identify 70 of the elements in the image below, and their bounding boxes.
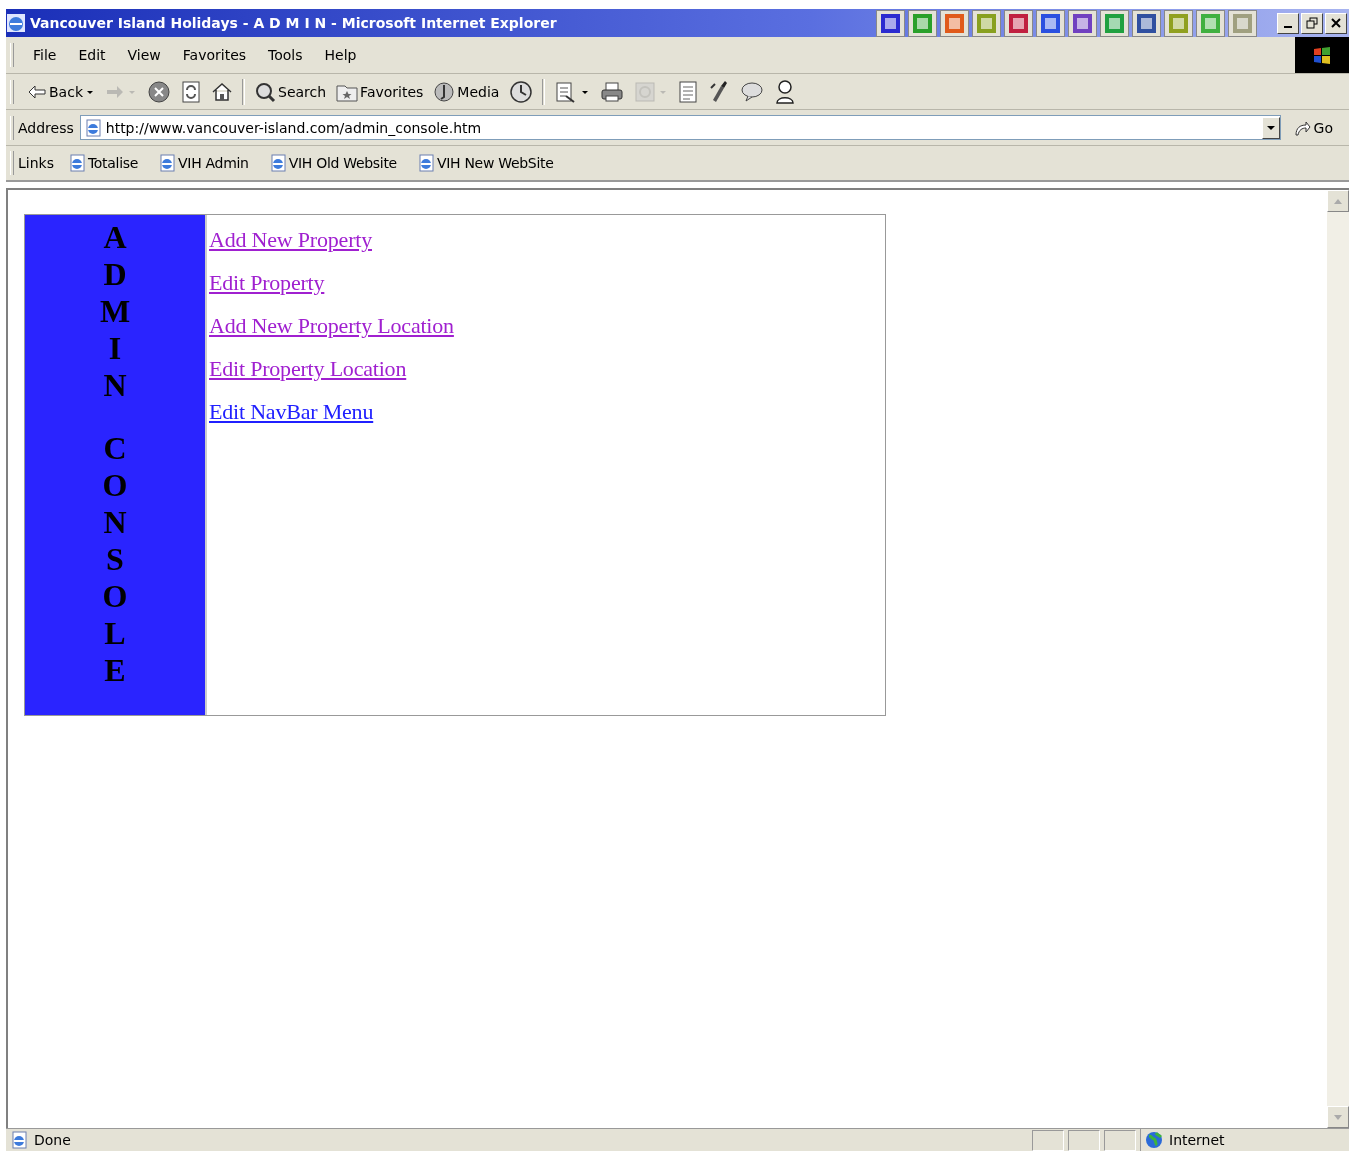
stop-icon: [147, 79, 171, 104]
scrollbar-track[interactable]: [1327, 190, 1349, 1128]
app-icon[interactable]: [1036, 9, 1065, 37]
printer-icon: [600, 80, 625, 103]
address-input[interactable]: http://www.vancouver-island.com/admin_console.htm: [105, 119, 1258, 136]
toolbar-button[interactable]: Back: [22, 81, 100, 102]
app-icon[interactable]: [876, 9, 905, 37]
app-icon[interactable]: [1004, 9, 1033, 37]
page-icon: [268, 154, 287, 172]
admin-link[interactable]: Edit NavBar Menu: [209, 399, 374, 425]
close-icon: [1331, 18, 1341, 28]
menu-item[interactable]: Edit: [67, 43, 117, 67]
menu-item[interactable]: Favorites: [171, 43, 258, 67]
refresh-icon: [181, 79, 201, 104]
favorite-link[interactable]: VIH Admin: [154, 152, 253, 174]
page-icon: [158, 154, 177, 172]
forward-arrow-icon: [105, 83, 125, 100]
minimize-button[interactable]: [1277, 12, 1299, 34]
close-button[interactable]: [1325, 12, 1347, 34]
go-button[interactable]: Go: [1286, 116, 1339, 139]
address-field[interactable]: http://www.vancouver-island.com/admin_console.htm: [79, 115, 1281, 140]
menu-item[interactable]: File: [22, 43, 68, 67]
down-arrow-icon: [1334, 1114, 1342, 1120]
admin-link[interactable]: Edit Property Location: [209, 356, 407, 382]
search-icon: [254, 80, 276, 103]
globe-icon: [1145, 1131, 1163, 1149]
up-arrow-icon: [1334, 198, 1342, 204]
document-icon: [678, 79, 699, 104]
page-icon: [67, 154, 86, 172]
minimize-icon: [1284, 26, 1292, 28]
app-icon[interactable]: [1132, 9, 1161, 37]
favorite-link[interactable]: VIH New WebSite: [412, 152, 558, 174]
page-icon: [10, 1131, 28, 1149]
scroll-up-button[interactable]: [1327, 190, 1349, 212]
flag-logo-icon: [1295, 37, 1349, 73]
media-icon: [433, 80, 456, 103]
address-label: Address: [18, 119, 74, 136]
menu-item[interactable]: View: [116, 43, 172, 67]
edit-icon: [634, 80, 657, 103]
admin-link[interactable]: Add New Property: [209, 227, 372, 253]
dropdown-button[interactable]: [1261, 116, 1280, 139]
back-arrow-icon: [27, 83, 47, 100]
page-icon: [83, 118, 102, 137]
window-title: Vancouver Island Holidays - A D M I N - Microsoft Internet Explorer: [30, 15, 558, 31]
caret-icon: [1266, 124, 1275, 131]
zone-text: Internet: [1169, 1132, 1225, 1148]
admin-link[interactable]: Add New Property Location: [209, 313, 454, 339]
app-icon[interactable]: [940, 9, 969, 37]
menu-item[interactable]: Help: [313, 43, 368, 67]
browser-logo-icon: [6, 13, 26, 33]
status-text: Done: [34, 1132, 71, 1148]
toolbar-button[interactable]: Favorites: [331, 79, 429, 104]
clock-icon: [509, 79, 534, 104]
toolbar-button[interactable]: Search: [249, 78, 332, 105]
toolbar-button[interactable]: Media: [428, 78, 505, 105]
page-icon: [416, 154, 435, 172]
favorite-link[interactable]: Totalise: [63, 152, 143, 174]
vertical-title: ADMIN: [99, 219, 131, 404]
vertical-title: CONSOLE: [101, 430, 129, 689]
restore-button[interactable]: [1301, 12, 1323, 34]
app-icon[interactable]: [1068, 9, 1097, 37]
links-label: Links: [18, 155, 54, 171]
speech-bubble-icon: [740, 80, 765, 103]
menu-item[interactable]: Tools: [257, 43, 314, 67]
home-icon: [211, 80, 233, 103]
favorite-link[interactable]: VIH Old Website: [264, 152, 401, 174]
admin-link[interactable]: Edit Property: [209, 270, 325, 296]
scroll-down-button[interactable]: [1327, 1106, 1349, 1128]
person-icon: [774, 78, 797, 105]
restore-icon: [1306, 17, 1318, 29]
